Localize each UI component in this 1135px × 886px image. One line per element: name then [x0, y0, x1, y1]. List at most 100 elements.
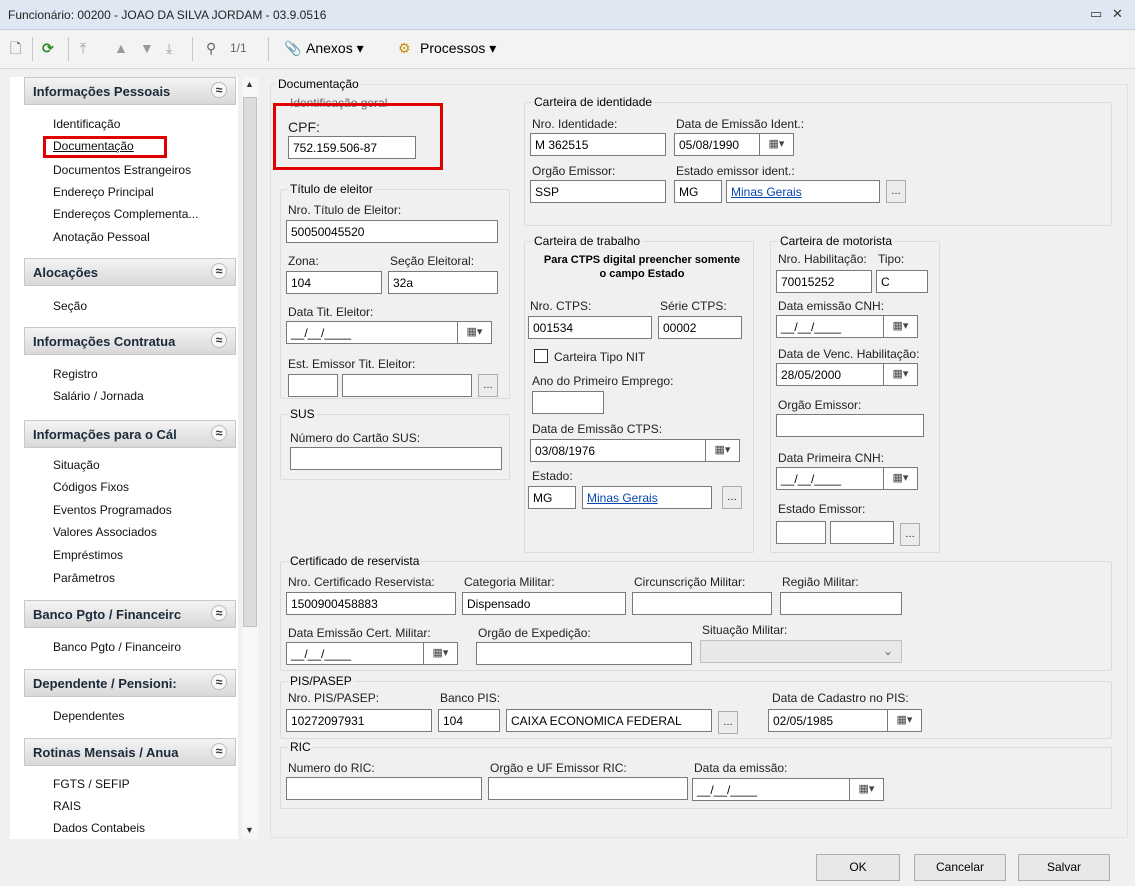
estado-emissor-cnh-nome-input[interactable]: [830, 521, 894, 544]
ellipsis-button[interactable]: …: [722, 486, 742, 509]
serie-ctps-input[interactable]: 00002: [658, 316, 742, 339]
collapse-icon[interactable]: ≈: [211, 605, 227, 621]
sidebar-item-dados-contabeis[interactable]: Dados Contabeis: [53, 821, 145, 835]
calendar-icon[interactable]: ▦▾: [458, 321, 492, 344]
zona-input[interactable]: 104: [286, 271, 382, 294]
data-emissao-cnh-input[interactable]: __/__/____: [776, 315, 884, 338]
sidebar-item-codigos-fixos[interactable]: Códigos Fixos: [53, 480, 129, 494]
calendar-icon[interactable]: ▦▾: [888, 709, 922, 732]
estado-link[interactable]: Minas Gerais: [731, 185, 802, 199]
collapse-icon[interactable]: ≈: [211, 674, 227, 690]
close-icon[interactable]: ✕: [1112, 6, 1123, 22]
estado-ctps-nome[interactable]: Minas Gerais: [582, 486, 712, 509]
collapse-icon[interactable]: ≈: [211, 332, 227, 348]
data-emissao-ctps-input[interactable]: 03/08/1976: [530, 439, 706, 462]
data-cadastro-pis-input[interactable]: 02/05/1985: [768, 709, 888, 732]
section-informacoes-contratuais[interactable]: Informações Contratua ≈: [24, 327, 236, 355]
scroll-down-icon[interactable]: ▼: [245, 825, 254, 835]
collapse-icon[interactable]: ≈: [211, 263, 227, 279]
anexos-menu[interactable]: Anexos ▾: [306, 39, 364, 57]
orgao-emissor-cnh-input[interactable]: [776, 414, 924, 437]
secao-eleitoral-input[interactable]: 32a: [388, 271, 498, 294]
sidebar-item-banco-pgto[interactable]: Banco Pgto / Financeiro: [53, 640, 181, 654]
sidebar-item-situacao[interactable]: Situação: [53, 458, 100, 472]
section-informacoes-calculo[interactable]: Informações para o Cál ≈: [24, 420, 236, 448]
sidebar-item-dependentes[interactable]: Dependentes: [53, 709, 124, 723]
scroll-thumb[interactable]: [243, 97, 257, 627]
data-venc-habilitacao-input[interactable]: 28/05/2000: [776, 363, 884, 386]
orgao-emissor-input[interactable]: SSP: [530, 180, 666, 203]
scroll-up-icon[interactable]: ▲: [245, 79, 254, 89]
carteira-tipo-nit-checkbox[interactable]: [534, 349, 548, 363]
circunscricao-militar-input[interactable]: [632, 592, 772, 615]
orgao-ric-input[interactable]: [488, 777, 688, 800]
section-dependentes[interactable]: Dependente / Pensioni: ≈: [24, 669, 236, 697]
section-alocacoes[interactable]: Alocações ≈: [24, 258, 236, 286]
sidebar-item-salario-jornada[interactable]: Salário / Jornada: [53, 389, 144, 403]
estado-ctps-link[interactable]: Minas Gerais: [587, 491, 658, 505]
sidebar-item-endereco-principal[interactable]: Endereço Principal: [53, 185, 154, 199]
new-document-icon[interactable]: 🗋: [10, 39, 21, 57]
sidebar-item-eventos-programados[interactable]: Eventos Programados: [53, 503, 172, 517]
numero-ric-input[interactable]: [286, 777, 482, 800]
orgao-expedicao-input[interactable]: [476, 642, 692, 665]
nro-identidade-input[interactable]: M 362515: [530, 133, 666, 156]
banco-pis-code-input[interactable]: 104: [438, 709, 500, 732]
sidebar-item-fgts-sefip[interactable]: FGTS / SEFIP: [53, 777, 130, 791]
sidebar-item-parametros[interactable]: Parâmetros: [53, 571, 115, 585]
nro-reservista-input[interactable]: 1500900458883: [286, 592, 456, 615]
estado-emissor-cnh-uf-input[interactable]: [776, 521, 826, 544]
regiao-militar-input[interactable]: [780, 592, 902, 615]
processos-menu[interactable]: Processos ▾: [420, 39, 496, 57]
sidebar-item-identificacao[interactable]: Identificação: [53, 117, 120, 131]
sidebar-item-rais[interactable]: RAIS: [53, 799, 81, 813]
data-primeira-cnh-input[interactable]: __/__/____: [776, 467, 884, 490]
calendar-icon[interactable]: ▦▾: [884, 363, 918, 386]
restore-icon[interactable]: ▭: [1090, 6, 1102, 22]
paperclip-icon[interactable]: 📎: [284, 39, 301, 57]
next-record-icon[interactable]: ▼: [140, 39, 154, 57]
collapse-icon[interactable]: ≈: [211, 425, 227, 441]
calendar-icon[interactable]: ▦▾: [706, 439, 740, 462]
tipo-input[interactable]: C: [876, 270, 928, 293]
calendar-icon[interactable]: ▦▾: [424, 642, 458, 665]
section-rotinas-mensais[interactable]: Rotinas Mensais / Anua ≈: [24, 738, 236, 766]
est-emissor-titulo-nome-input[interactable]: [342, 374, 472, 397]
calendar-icon[interactable]: ▦▾: [884, 315, 918, 338]
previous-record-icon[interactable]: ▲: [114, 39, 128, 57]
ellipsis-button[interactable]: …: [886, 180, 906, 203]
ellipsis-button[interactable]: …: [478, 374, 498, 397]
first-record-icon[interactable]: ⤒: [80, 39, 86, 57]
data-emissao-ident-input[interactable]: 05/08/1990: [674, 133, 760, 156]
estado-ctps-uf-input[interactable]: MG: [528, 486, 576, 509]
sidebar-scrollbar[interactable]: ▲ ▼: [242, 77, 258, 839]
refresh-icon[interactable]: ⟳: [42, 39, 54, 57]
data-titulo-input[interactable]: __/__/____: [286, 321, 458, 344]
sidebar-item-documentos-estrangeiros[interactable]: Documentos Estrangeiros: [53, 163, 191, 177]
estado-emissor-ident-uf-input[interactable]: MG: [674, 180, 722, 203]
sidebar-item-enderecos-complementares[interactable]: Endereços Complementa...: [53, 207, 198, 221]
last-record-icon[interactable]: ⤓: [166, 39, 172, 57]
calendar-icon[interactable]: ▦▾: [884, 467, 918, 490]
ellipsis-button[interactable]: …: [718, 711, 738, 734]
titulo-eleitor-input[interactable]: 50050045520: [286, 220, 498, 243]
ellipsis-button[interactable]: …: [900, 523, 920, 546]
ok-button[interactable]: OK: [816, 854, 900, 881]
processes-icon[interactable]: ⚙: [398, 39, 411, 57]
section-banco-pgto[interactable]: Banco Pgto / Financeirc ≈: [24, 600, 236, 628]
nro-pis-input[interactable]: 10272097931: [286, 709, 432, 732]
situacao-militar-select[interactable]: ⌄: [700, 640, 902, 663]
banco-pis-nome-input[interactable]: CAIXA ECONOMICA FEDERAL: [506, 709, 712, 732]
cancel-button[interactable]: Cancelar: [914, 854, 1006, 881]
cartao-sus-input[interactable]: [290, 447, 502, 470]
nro-habilitacao-input[interactable]: 70015252: [776, 270, 872, 293]
sidebar-item-registro[interactable]: Registro: [53, 367, 98, 381]
ano-primeiro-emprego-input[interactable]: [532, 391, 604, 414]
estado-emissor-ident-nome[interactable]: Minas Gerais: [726, 180, 880, 203]
sidebar-item-anotacao-pessoal[interactable]: Anotação Pessoal: [53, 230, 150, 244]
nro-ctps-input[interactable]: 001534: [528, 316, 652, 339]
save-button[interactable]: Salvar: [1018, 854, 1110, 881]
data-emissao-militar-input[interactable]: __/__/____: [286, 642, 424, 665]
sidebar-item-emprestimos[interactable]: Empréstimos: [53, 548, 123, 562]
data-emissao-ric-input[interactable]: __/__/____: [692, 778, 850, 801]
